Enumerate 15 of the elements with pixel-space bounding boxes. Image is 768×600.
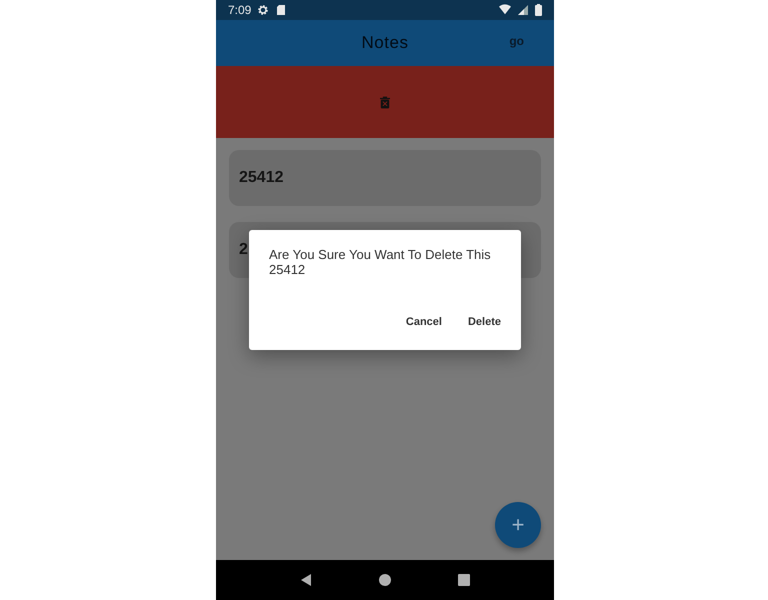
home-icon[interactable]: [378, 574, 391, 586]
add-button[interactable]: +: [495, 502, 541, 548]
status-time: 7:09: [228, 3, 252, 17]
recents-icon[interactable]: [458, 574, 470, 586]
battery-icon: [535, 4, 542, 16]
delete-button[interactable]: Delete: [462, 312, 507, 332]
note-card[interactable]: 25412: [229, 150, 541, 206]
dialog-message: Are You Sure You Want To Delete This 25412: [269, 247, 492, 279]
sd-card-icon: [275, 4, 288, 16]
gear-icon: [257, 4, 270, 16]
signal-icon: [517, 4, 529, 16]
wifi-icon: [499, 4, 511, 16]
back-icon[interactable]: [300, 574, 312, 586]
app-title: Notes: [362, 33, 408, 53]
cancel-button[interactable]: Cancel: [400, 312, 448, 332]
